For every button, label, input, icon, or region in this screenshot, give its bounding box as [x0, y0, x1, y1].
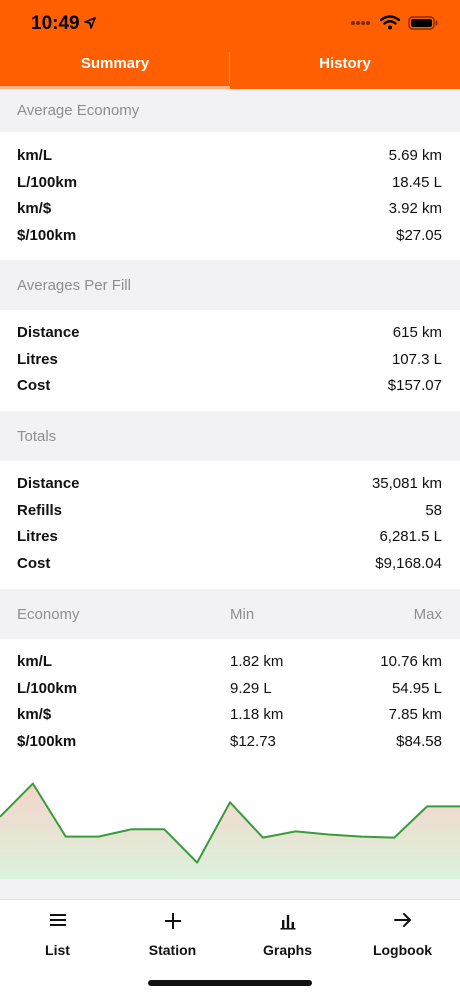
row-min: 9.29 L — [230, 680, 272, 697]
row-value: $9,168.04 — [375, 555, 442, 572]
row-max: 10.76 km — [380, 653, 442, 670]
tabbar-label: Logbook — [372, 942, 433, 958]
list-icon — [49, 914, 66, 926]
location-arrow-icon — [84, 17, 96, 29]
table-row: Distance 615 km — [0, 319, 460, 346]
row-min: 1.82 km — [230, 653, 284, 670]
row-value: 5.69 km — [388, 147, 442, 164]
row-value: 18.45 L — [391, 174, 442, 191]
row-label: Cost — [17, 555, 51, 572]
row-min: 1.18 km — [230, 706, 284, 723]
chart-area-fill — [0, 783, 460, 879]
section-title: Average Economy — [17, 102, 140, 119]
row-label: km/$ — [17, 706, 52, 723]
plus-icon — [164, 913, 181, 929]
row-min: $12.73 — [230, 733, 276, 750]
economy-sparkline-chart — [0, 782, 460, 879]
row-max: 7.85 km — [388, 706, 442, 723]
row-value: 58 — [425, 502, 442, 519]
row-label: km/L — [17, 653, 53, 670]
average-economy-list: km/L 5.69 km L/100km 18.45 L km/$ 3.92 km $… — [0, 132, 460, 260]
row-value: $157.07 — [387, 377, 442, 394]
min-column-header: Min — [230, 605, 255, 623]
table-row: km/L 1.82 km 10.76 km — [0, 648, 460, 675]
row-label: Refills — [17, 502, 63, 519]
row-label: L/100km — [17, 174, 78, 191]
status-time: 10:49 — [31, 13, 80, 34]
section-header-average-economy: Average Economy — [0, 89, 460, 132]
row-label: km/L — [17, 147, 53, 164]
row-label: km/$ — [17, 200, 52, 217]
table-row: $/100km $27.05 — [0, 222, 460, 249]
table-row: km/L 5.69 km — [0, 142, 460, 169]
tabbar-item-graphs[interactable]: Graphs — [230, 900, 345, 966]
row-label: Cost — [17, 377, 51, 394]
home-indicator — [148, 980, 312, 986]
wifi-icon — [380, 15, 400, 30]
app-header: 10:49 Summary History — [0, 0, 460, 89]
row-value: 3.92 km — [388, 200, 442, 217]
row-value: $27.05 — [396, 227, 442, 244]
battery-icon — [408, 15, 438, 30]
economy-list: km/L 1.82 km 10.76 km L/100km 9.29 L 54.95 L… — [0, 639, 460, 763]
cellular-signal-icon — [351, 20, 370, 25]
row-label: Litres — [17, 528, 58, 545]
table-row: Litres 6,281.5 L — [0, 523, 460, 550]
bar-chart-icon — [280, 915, 295, 930]
list-footer-spacer — [0, 879, 460, 899]
tab-summary-label: Summary — [80, 55, 150, 72]
arrow-right-icon — [393, 913, 411, 927]
section-header-totals: Totals — [0, 411, 460, 461]
table-row: Distance 35,081 km — [0, 470, 460, 497]
tabbar-item-station[interactable]: Station — [115, 900, 230, 966]
tab-history-label: History — [319, 55, 371, 72]
row-max: $84.58 — [396, 733, 442, 750]
row-value: 35,081 km — [371, 475, 442, 492]
tabbar-label: List — [45, 942, 70, 958]
row-label: Distance — [17, 475, 80, 492]
row-label: Litres — [17, 351, 58, 368]
table-row: Refills 58 — [0, 497, 460, 524]
row-max: 54.95 L — [391, 680, 442, 697]
table-row: Cost $9,168.04 — [0, 550, 460, 577]
tabbar-item-logbook[interactable]: Logbook — [345, 900, 460, 966]
section-header-economy: Economy Min Max — [0, 589, 460, 639]
row-value: 6,281.5 L — [379, 528, 442, 545]
averages-per-fill-list: Distance 615 km Litres 107.3 L Cost $157.07 — [0, 310, 460, 411]
totals-list: Distance 35,081 km Refills 58 Litres 6,281.… — [0, 461, 460, 589]
row-label: Distance — [17, 324, 80, 341]
table-row: km/$ 3.92 km — [0, 195, 460, 222]
table-row: Cost $157.07 — [0, 372, 460, 399]
table-row: $/100km $12.73 $84.58 — [0, 728, 460, 755]
row-label: L/100km — [17, 680, 78, 697]
tabbar-label: Station — [148, 942, 197, 958]
max-column-header: Max — [413, 605, 442, 623]
tabbar-label: Graphs — [262, 942, 312, 958]
table-row: km/$ 1.18 km 7.85 km — [0, 701, 460, 728]
section-title: Economy — [17, 605, 80, 623]
tab-divider — [229, 52, 230, 84]
tab-summary[interactable]: Summary — [0, 48, 230, 89]
tab-history[interactable]: History — [230, 48, 460, 89]
section-title: Averages Per Fill — [17, 276, 131, 294]
row-value: 615 km — [392, 324, 442, 341]
table-row: Litres 107.3 L — [0, 346, 460, 373]
status-bar: 10:49 — [0, 0, 460, 48]
row-label: $/100km — [17, 227, 77, 244]
row-value: 107.3 L — [391, 351, 442, 368]
section-header-averages-per-fill: Averages Per Fill — [0, 260, 460, 310]
segment-tabs: Summary History — [0, 48, 460, 89]
section-title: Totals — [17, 427, 57, 445]
table-row: L/100km 9.29 L 54.95 L — [0, 675, 460, 702]
tabbar-item-list[interactable]: List — [0, 900, 115, 966]
row-label: $/100km — [17, 733, 77, 750]
table-row: L/100km 18.45 L — [0, 169, 460, 196]
